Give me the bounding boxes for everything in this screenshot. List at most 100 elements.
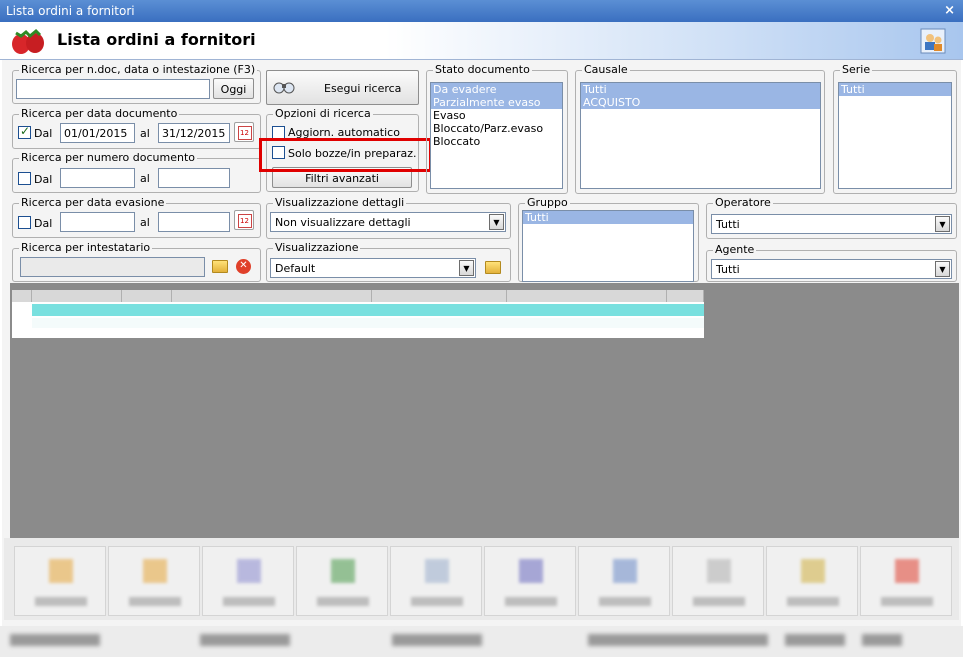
causale-list[interactable]: Tutti ACQUISTO <box>580 82 821 189</box>
grid-header <box>122 290 172 302</box>
toolbar-button[interactable] <box>390 546 482 616</box>
toolbar-button[interactable] <box>14 546 106 616</box>
date-document-to-input[interactable]: 31/12/2015 <box>158 123 230 143</box>
toolbar-button[interactable] <box>578 546 670 616</box>
close-icon <box>895 559 919 583</box>
detail-view-value: Non visualizzare dettagli <box>275 216 411 229</box>
duplicate-icon <box>237 559 261 583</box>
list-item[interactable]: ACQUISTO <box>581 96 820 109</box>
date-document-from-label: Dal <box>34 127 53 140</box>
toolbar-label <box>223 597 275 606</box>
calendar-icon[interactable] <box>234 122 254 142</box>
list-item[interactable]: Tutti <box>523 211 693 224</box>
serie-list[interactable]: Tutti <box>838 82 952 189</box>
toolbar-button[interactable] <box>484 546 576 616</box>
grid-header <box>12 290 32 302</box>
serie-legend: Serie <box>840 63 873 76</box>
toolbar-button[interactable] <box>108 546 200 616</box>
number-document-to-input[interactable] <box>158 168 230 188</box>
date-document-from-input[interactable]: 01/01/2015 <box>60 123 135 143</box>
holder-legend: Ricerca per intestatario <box>19 241 153 254</box>
detail-view-select[interactable]: Non visualizzare dettagli ▼ <box>270 212 506 232</box>
date-evasion-to-label: al <box>140 216 150 229</box>
window-titlebar: Lista ordini a fornitori <box>0 0 963 22</box>
table-row[interactable] <box>32 318 704 328</box>
grid-header <box>372 290 507 302</box>
results-grid[interactable] <box>12 290 704 338</box>
toolbar-button[interactable] <box>296 546 388 616</box>
operatore-select[interactable]: Tutti ▼ <box>711 214 952 234</box>
date-document-to-label: al <box>140 127 150 140</box>
agente-value: Tutti <box>716 263 740 276</box>
calendar-icon[interactable] <box>234 210 254 230</box>
new-icon <box>49 559 73 583</box>
number-document-from-label: Dal <box>34 173 53 186</box>
number-document-from-input[interactable] <box>60 168 135 188</box>
date-document-checkbox[interactable] <box>18 124 31 139</box>
list-item[interactable]: Da evadere <box>431 83 562 96</box>
toolbar-label <box>693 597 745 606</box>
date-evasion-to-input[interactable] <box>158 212 230 232</box>
toolbar-label <box>505 597 557 606</box>
toolbar-label <box>881 597 933 606</box>
date-evasion-checkbox[interactable] <box>18 216 31 229</box>
list-item[interactable]: Evaso <box>431 109 562 122</box>
convert-icon <box>331 559 355 583</box>
view-legend: Visualizzazione <box>273 241 361 254</box>
tools-icon <box>801 559 825 583</box>
list-item[interactable]: Bloccato <box>431 135 562 148</box>
doc-state-list[interactable]: Da evadere Parzialmente evaso Evaso Bloc… <box>430 82 563 189</box>
date-evasion-from-label: Dal <box>34 217 53 230</box>
detail-view-legend: Visualizzazione dettagli <box>273 196 407 209</box>
status-bar <box>0 626 963 657</box>
folder-icon[interactable] <box>212 260 228 273</box>
date-document-legend: Ricerca per data documento <box>19 107 180 120</box>
clear-icon[interactable]: ✕ <box>236 259 251 274</box>
today-button[interactable]: Oggi <box>213 78 254 99</box>
list-item[interactable]: Tutti <box>839 83 951 96</box>
status-text <box>862 634 902 646</box>
strawberry-icon <box>12 28 44 54</box>
grid-header <box>172 290 372 302</box>
date-evasion-legend: Ricerca per data evasione <box>19 196 167 209</box>
print-icon <box>707 559 731 583</box>
list-item[interactable]: Parzialmente evaso <box>431 96 562 109</box>
toolbar-button[interactable] <box>202 546 294 616</box>
search-text-legend: Ricerca per n.doc, data o intestazione (… <box>19 63 258 76</box>
close-icon[interactable]: × <box>944 3 955 18</box>
folder-icon[interactable] <box>485 261 501 274</box>
toolbar-button[interactable] <box>672 546 764 616</box>
chevron-down-icon: ▼ <box>935 216 950 232</box>
users-icon[interactable] <box>920 28 946 54</box>
gruppo-list[interactable]: Tutti <box>522 210 694 282</box>
list-item[interactable]: Bloccato/Parz.evaso <box>431 122 562 135</box>
doc-state-legend: Stato documento <box>433 63 532 76</box>
operatore-legend: Operatore <box>713 196 773 209</box>
binoculars-icon <box>273 82 295 94</box>
search-input[interactable] <box>16 79 210 99</box>
toolbar-label <box>599 597 651 606</box>
date-evasion-from-input[interactable] <box>60 212 135 232</box>
table-row[interactable] <box>32 304 704 316</box>
operatore-value: Tutti <box>716 218 740 231</box>
number-document-to-label: al <box>140 172 150 185</box>
status-text <box>200 634 290 646</box>
agente-select[interactable]: Tutti ▼ <box>711 259 952 279</box>
status-text <box>588 634 768 646</box>
chevron-down-icon: ▼ <box>935 261 950 277</box>
number-document-checkbox[interactable] <box>18 172 31 185</box>
page-title: Lista ordini a fornitori <box>57 30 256 49</box>
toolbar-button[interactable] <box>860 546 952 616</box>
status-text <box>10 634 100 646</box>
toolbar-label <box>787 597 839 606</box>
toolbar-label <box>317 597 369 606</box>
status-text <box>392 634 482 646</box>
view-select[interactable]: Default ▼ <box>270 258 476 278</box>
list-item[interactable]: Tutti <box>581 83 820 96</box>
action-toolbar <box>4 538 959 620</box>
toolbar-button[interactable] <box>766 546 858 616</box>
chevron-down-icon: ▼ <box>459 260 474 276</box>
grid-header <box>667 290 704 302</box>
execute-search-button[interactable]: Esegui ricerca <box>266 70 419 105</box>
holder-input[interactable] <box>20 257 205 277</box>
